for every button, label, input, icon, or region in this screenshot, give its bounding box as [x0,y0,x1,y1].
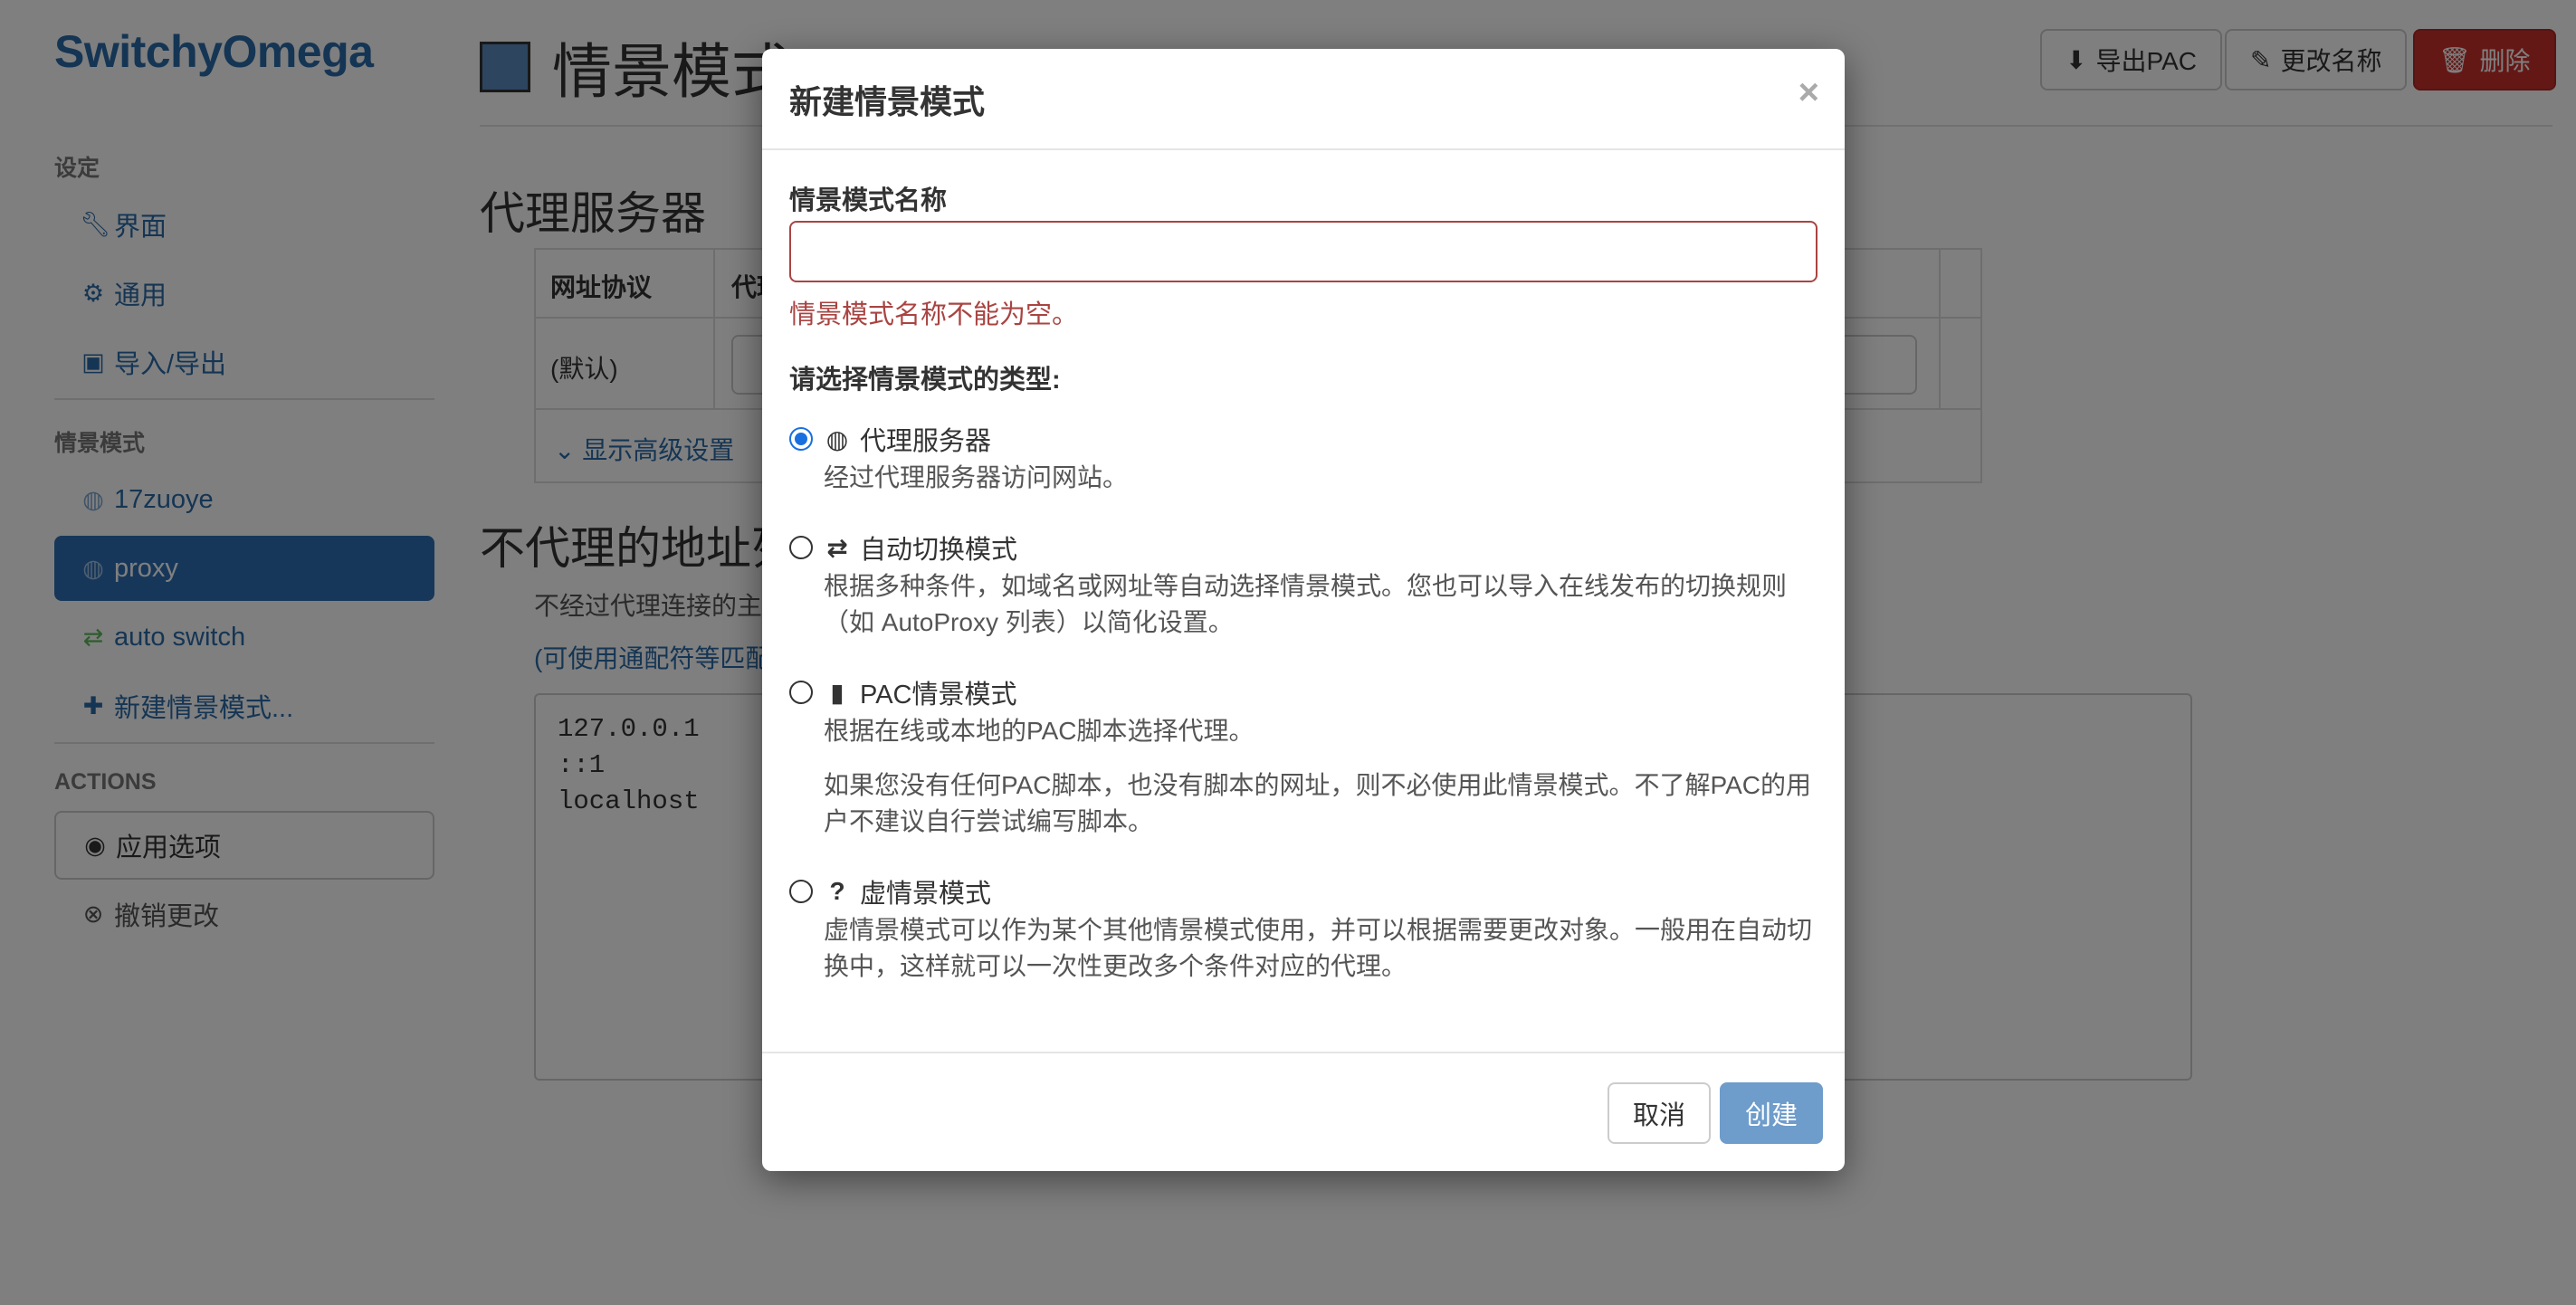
radio-auto-switch[interactable] [789,536,813,559]
retweet-icon: ⇄ [826,533,848,562]
option-label: 虚情景模式 [860,880,992,909]
profile-name-error: 情景模式名称不能为空。 [789,300,1079,329]
option-description: 虚情景模式可以作为某个其他情景模式使用，并可以根据需要更改对象。一般用在自动切换… [824,916,1813,980]
create-button[interactable]: 创建 [1720,1082,1824,1144]
modal-title: 新建情景模式 [789,83,986,120]
cancel-button[interactable]: 取消 [1608,1082,1712,1144]
modal-footer-divider [762,1052,1845,1053]
new-profile-dialog: 新建情景模式 × 情景模式名称 情景模式名称不能为空。 请选择情景模式的类型: … [762,49,1845,1171]
option-label: PAC情景模式 [860,681,1017,710]
question-circle-icon: ? [829,877,845,905]
profile-name-label: 情景模式名称 [789,186,948,215]
profile-type-label: 请选择情景模式的类型: [789,366,1061,395]
close-icon[interactable]: × [1798,72,1819,113]
profile-name-input[interactable] [789,221,1818,282]
modal-header: 新建情景模式 × [762,49,1845,150]
option-label: 自动切换模式 [860,536,1018,565]
option-description: 根据多种条件，如域名或网址等自动选择情景模式。您也可以导入在线发布的切换规则（如… [824,572,1788,636]
option-description: 经过代理服务器访问网站。 [824,463,1129,491]
radio-proxy-server[interactable] [789,427,813,451]
file-icon: ▮ [830,678,844,707]
option-description-note: 如果您没有任何PAC脚本，也没有脚本的网址，则不必使用此情景模式。不了解PAC的… [824,771,1811,835]
globe-icon: ◍ [825,424,849,453]
radio-pac-profile[interactable] [789,681,813,704]
radio-virtual-profile[interactable] [789,880,813,903]
option-description: 根据在线或本地的PAC脚本选择代理。 [824,717,1255,745]
option-label: 代理服务器 [860,427,992,456]
